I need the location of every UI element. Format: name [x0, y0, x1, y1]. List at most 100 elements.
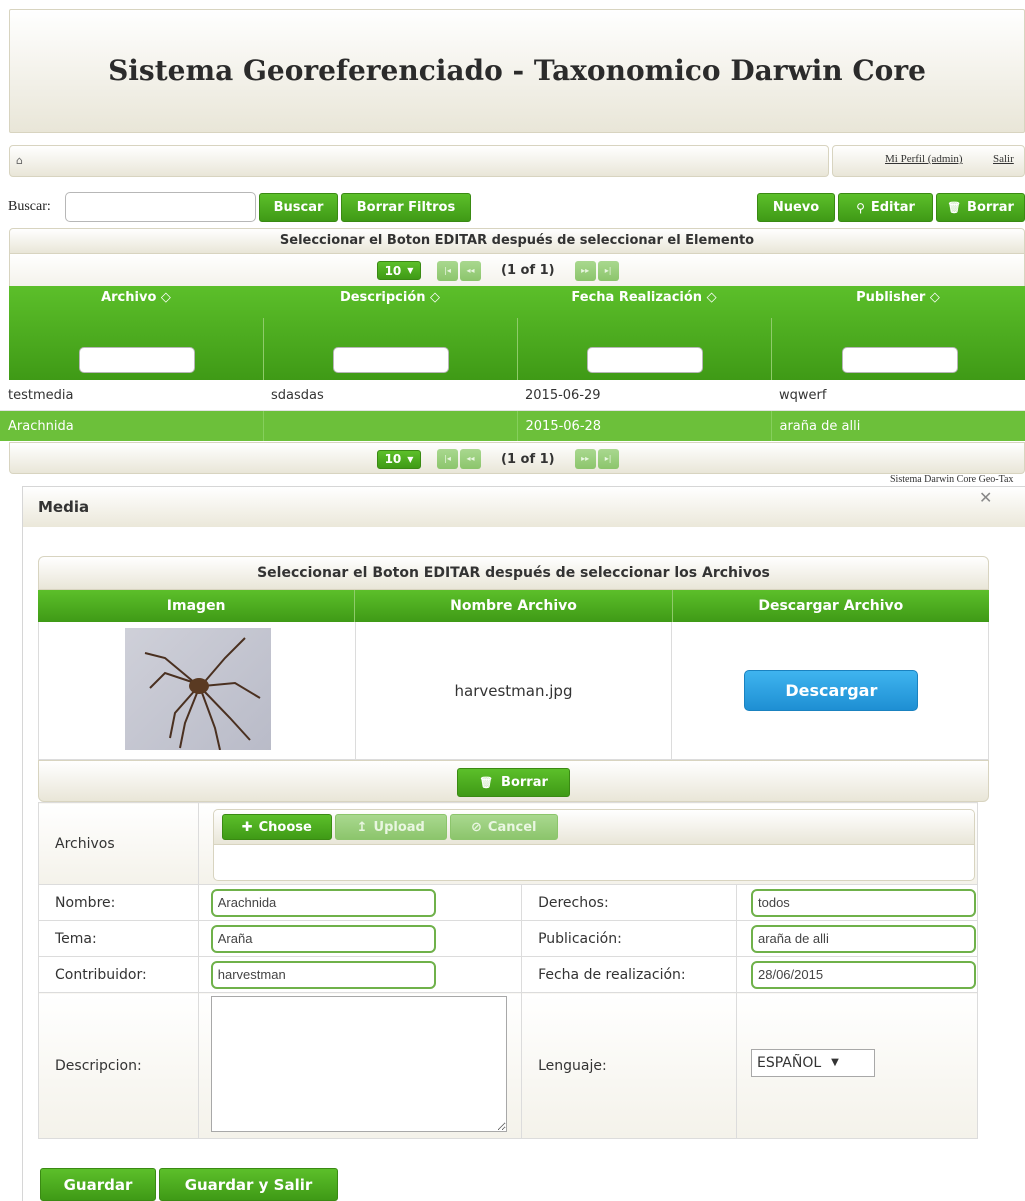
page-info: (1 of 1)	[501, 451, 555, 467]
plus-icon: ✚	[241, 819, 253, 835]
cell-descripcion: sdasdas	[263, 380, 517, 411]
descripcion-textarea[interactable]	[210, 995, 507, 1132]
filter-fecha-input[interactable]	[587, 347, 703, 373]
next-page-button[interactable]: ▸▸	[574, 449, 596, 469]
files-header: Imagen Nombre Archivo Descargar Archivo	[38, 590, 989, 622]
search-label: Buscar:	[8, 199, 51, 214]
choose-label: Choose	[258, 819, 312, 835]
search-button[interactable]: Buscar	[259, 193, 338, 222]
delete-button[interactable]: 🗑 Borrar	[936, 193, 1025, 222]
new-button[interactable]: Nuevo	[757, 193, 835, 222]
fecha-input[interactable]	[751, 960, 976, 989]
col-label: Archivo ◇	[101, 290, 171, 305]
cell-fecha: 2015-06-29	[517, 380, 771, 411]
profile-link[interactable]: Mi Perfil (admin)	[885, 153, 963, 165]
cell-descripcion	[263, 410, 518, 441]
trash-icon: 🗑	[479, 776, 494, 789]
spider-svg	[144, 637, 261, 750]
prev-page-button[interactable]: ◂◂	[460, 260, 481, 281]
app-header: Sistema Georeferenciado - Taxonomico Dar…	[9, 9, 1025, 133]
paginator-bottom: 10 ▼ |◂ ◂◂ (1 of 1) ▸▸ ▸|	[9, 442, 1025, 474]
files-row[interactable]: harvestman.jpg Descargar	[38, 622, 989, 760]
save-button[interactable]: Guardar	[40, 1168, 156, 1201]
clear-filters-button[interactable]: Borrar Filtros	[341, 193, 471, 222]
home-icon[interactable]: ⌂	[16, 154, 23, 167]
filter-descripcion-input[interactable]	[333, 347, 449, 373]
contribuidor-label: Contribuidor:	[38, 956, 199, 993]
upload-cell: ✚ Choose ↥ Upload ⊘ Cancel	[197, 802, 979, 885]
first-page-button[interactable]: |◂	[437, 260, 458, 281]
col-header-archivo[interactable]: Archivo ◇	[9, 290, 263, 305]
dialog-titlebar: Media ✕	[23, 487, 1025, 527]
delete-button-label: Borrar	[967, 200, 1014, 215]
files-col-imagen[interactable]: Imagen	[38, 590, 356, 622]
upload-icon: ↥	[356, 819, 368, 835]
page-title: Sistema Georeferenciado - Taxonomico Dar…	[108, 54, 926, 87]
search-input[interactable]	[65, 192, 256, 222]
grid-caption: Seleccionar el Boton EDITAR después de s…	[9, 228, 1025, 254]
next-page-button[interactable]: ▸▸	[574, 260, 596, 281]
prev-page-button[interactable]: ◂◂	[460, 449, 481, 469]
first-page-button[interactable]: |◂	[437, 449, 458, 469]
publicacion-label: Publicación:	[521, 920, 737, 957]
cell-publisher: wqwerf	[771, 380, 1025, 411]
file-download-cell: Descargar	[672, 622, 988, 759]
files-caption: Seleccionar el Boton EDITAR después de s…	[38, 556, 989, 590]
table-row-selected[interactable]: Arachnida 2015-06-28 araña de alli	[0, 410, 1025, 441]
user-menu: Mi Perfil (admin) Salir	[832, 145, 1025, 177]
col-divider	[771, 318, 772, 380]
rows-per-page-select[interactable]: 10 ▼	[377, 261, 421, 280]
cancel-button[interactable]: ⊘ Cancel	[449, 814, 558, 840]
lenguaje-select[interactable]: ESPAÑOL ▼	[751, 1048, 875, 1077]
rows-per-page-value: 10	[384, 452, 402, 466]
cell-archivo: testmedia	[0, 380, 263, 411]
save-and-exit-button[interactable]: Guardar y Salir	[159, 1168, 338, 1201]
spider-image	[125, 628, 271, 750]
file-thumbnail-cell	[39, 622, 356, 759]
choose-button[interactable]: ✚ Choose	[221, 814, 332, 840]
filter-archivo-input[interactable]	[79, 347, 195, 373]
download-button[interactable]: Descargar	[744, 670, 919, 711]
search-icon: ⚲	[856, 200, 865, 215]
col-label: Fecha Realización ◇	[571, 290, 717, 305]
logout-link[interactable]: Salir	[993, 153, 1014, 165]
file-name-cell: harvestman.jpg	[356, 622, 673, 759]
publicacion-input[interactable]	[751, 924, 976, 953]
upload-button[interactable]: ↥ Upload	[334, 814, 447, 840]
nombre-input[interactable]	[210, 888, 436, 917]
table-row[interactable]: testmedia sdasdas 2015-06-29 wqwerf	[0, 380, 1025, 411]
upload-label: Upload	[373, 819, 425, 835]
last-page-button[interactable]: ▸|	[597, 260, 619, 281]
chevron-down-icon: ▼	[407, 266, 414, 275]
media-form: Archivos ✚ Choose ↥ Upload ⊘ Cancel Nombre:	[38, 802, 979, 1139]
descripcion-label: Descripcion:	[38, 992, 199, 1139]
cancel-label: Cancel	[487, 819, 537, 835]
contribuidor-input[interactable]	[210, 960, 436, 989]
delete-file-button[interactable]: 🗑 Borrar	[457, 768, 570, 797]
col-header-fecha[interactable]: Fecha Realización ◇	[517, 290, 771, 305]
col-label: Publisher ◇	[856, 290, 940, 305]
chevron-down-icon: ▼	[831, 1057, 839, 1068]
files-col-nombre[interactable]: Nombre Archivo	[355, 590, 673, 622]
cell-archivo: Arachnida	[0, 410, 264, 441]
dialog-title: Media	[38, 498, 90, 516]
grid-caption-text: Seleccionar el Boton EDITAR después de s…	[279, 233, 755, 248]
derechos-input[interactable]	[751, 888, 976, 917]
col-header-publisher[interactable]: Publisher ◇	[771, 290, 1025, 305]
col-header-descripcion[interactable]: Descripción ◇	[263, 290, 517, 305]
archivos-label: Archivos	[38, 802, 199, 885]
close-icon[interactable]: ✕	[979, 488, 992, 507]
data-table: testmedia sdasdas 2015-06-29 wqwerf Arac…	[0, 380, 1025, 441]
cancel-icon: ⊘	[471, 819, 482, 835]
rows-per-page-select[interactable]: 10 ▼	[377, 449, 421, 469]
last-page-button[interactable]: ▸|	[597, 449, 619, 469]
tema-input[interactable]	[210, 924, 436, 953]
edit-button[interactable]: ⚲ Editar	[838, 193, 933, 222]
files-col-descargar[interactable]: Descargar Archivo	[673, 590, 989, 622]
rows-per-page-value: 10	[384, 263, 402, 278]
edit-button-label: Editar	[870, 200, 915, 215]
derechos-label: Derechos:	[521, 884, 737, 921]
filter-publisher-input[interactable]	[842, 347, 958, 373]
col-divider	[263, 318, 264, 380]
fecha-label: Fecha de realización:	[521, 956, 737, 993]
